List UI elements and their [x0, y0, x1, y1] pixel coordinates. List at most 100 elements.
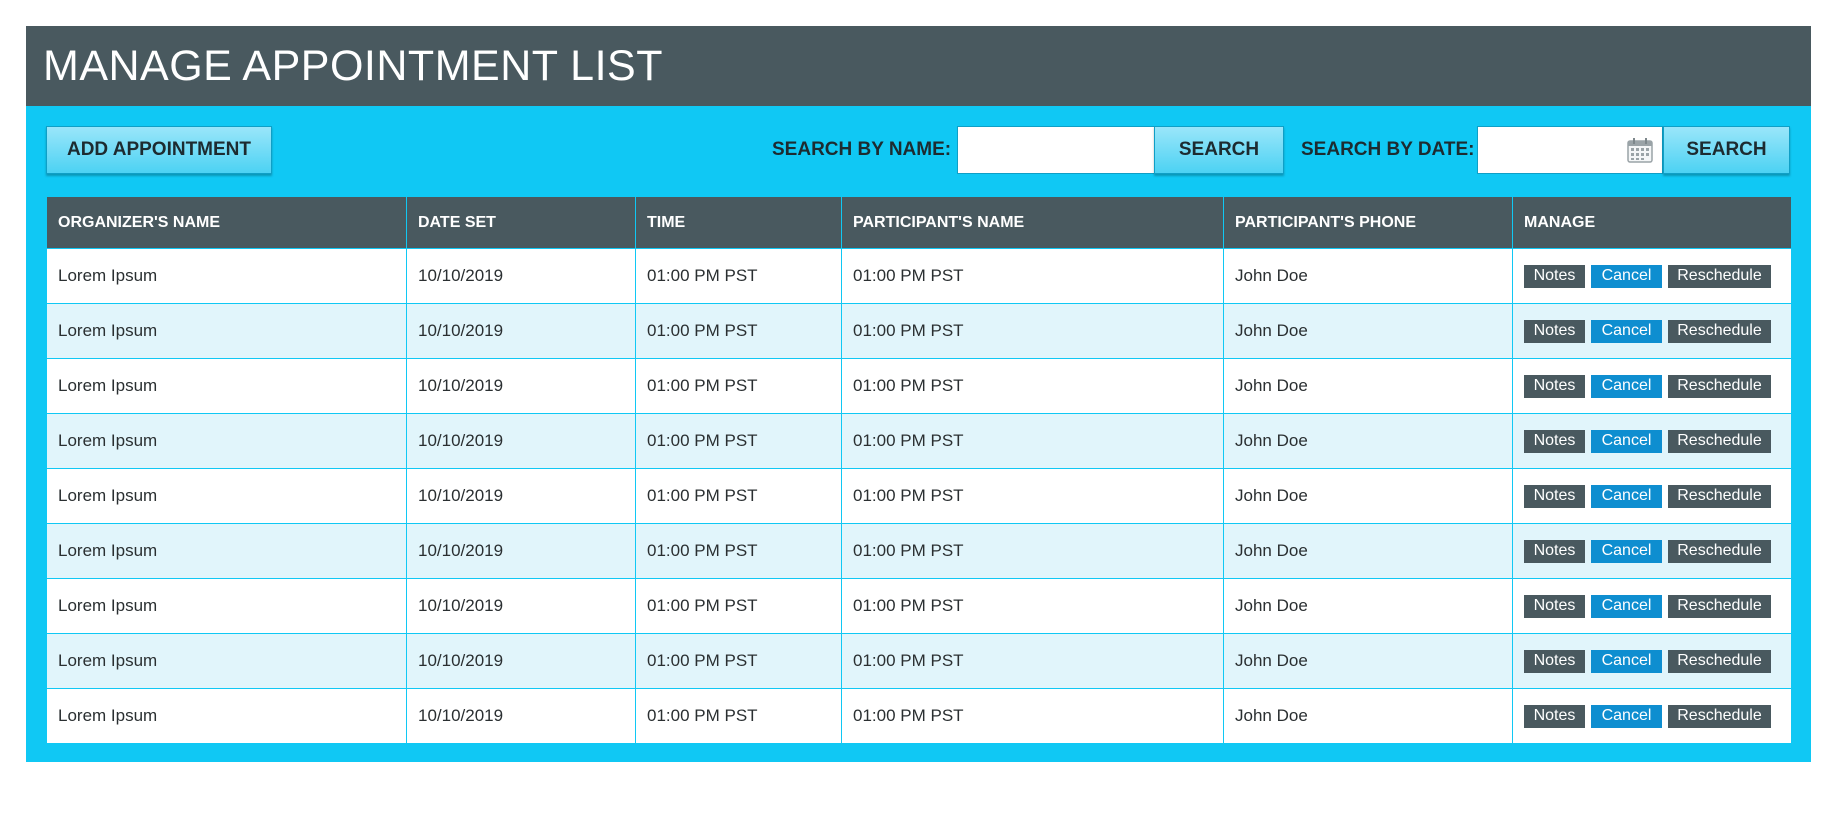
cancel-button[interactable]: Cancel [1591, 539, 1662, 563]
cell-organizer-name: Lorem Ipsum [46, 578, 407, 634]
cell-participant-name: 01:00 PM PST [841, 688, 1224, 744]
table-row: Lorem Ipsum 10/10/2019 01:00 PM PST 01:00 P… [46, 303, 1792, 359]
cell-participant-phone: John Doe [1223, 633, 1513, 689]
notes-button[interactable]: Notes [1524, 374, 1585, 398]
cell-organizer-name: Lorem Ipsum [46, 413, 407, 469]
reschedule-button[interactable]: Reschedule [1668, 374, 1771, 398]
notes-button[interactable]: Notes [1524, 704, 1585, 728]
cell-participant-name: 01:00 PM PST [841, 248, 1224, 304]
cell-participant-phone: John Doe [1223, 248, 1513, 304]
reschedule-button[interactable]: Reschedule [1668, 264, 1771, 288]
row-actions: Notes Cancel Reschedule [1524, 429, 1780, 453]
cell-participant-name: 01:00 PM PST [841, 578, 1224, 634]
row-actions: Notes Cancel Reschedule [1524, 484, 1780, 508]
cell-time: 01:00 PM PST [635, 578, 842, 634]
table-row: Lorem Ipsum 10/10/2019 01:00 PM PST 01:00 P… [46, 688, 1792, 744]
cancel-button[interactable]: Cancel [1591, 704, 1662, 728]
search-date-button[interactable]: SEARCH [1663, 126, 1790, 174]
cell-organizer-name: Lorem Ipsum [46, 468, 407, 524]
notes-button[interactable]: Notes [1524, 264, 1585, 288]
cell-manage: Notes Cancel Reschedule [1512, 358, 1792, 414]
column-header-date-set: DATE SET [406, 196, 636, 249]
cell-organizer-name: Lorem Ipsum [46, 303, 407, 359]
cell-participant-name: 01:00 PM PST [841, 633, 1224, 689]
notes-button[interactable]: Notes [1524, 429, 1585, 453]
row-actions: Notes Cancel Reschedule [1524, 539, 1780, 563]
notes-button[interactable]: Notes [1524, 319, 1585, 343]
cell-date-set: 10/10/2019 [406, 688, 636, 744]
search-name-input[interactable] [957, 126, 1155, 174]
reschedule-button[interactable]: Reschedule [1668, 484, 1771, 508]
reschedule-button[interactable]: Reschedule [1668, 594, 1771, 618]
column-header-participant-name: PARTICIPANT'S NAME [841, 196, 1224, 249]
cell-organizer-name: Lorem Ipsum [46, 248, 407, 304]
cell-manage: Notes Cancel Reschedule [1512, 578, 1792, 634]
cell-participant-name: 01:00 PM PST [841, 303, 1224, 359]
table-row: Lorem Ipsum 10/10/2019 01:00 PM PST 01:00 P… [46, 248, 1792, 304]
cell-manage: Notes Cancel Reschedule [1512, 688, 1792, 744]
notes-button[interactable]: Notes [1524, 649, 1585, 673]
reschedule-button[interactable]: Reschedule [1668, 704, 1771, 728]
row-actions: Notes Cancel Reschedule [1524, 704, 1780, 728]
cancel-button[interactable]: Cancel [1591, 594, 1662, 618]
cell-organizer-name: Lorem Ipsum [46, 633, 407, 689]
reschedule-button[interactable]: Reschedule [1668, 539, 1771, 563]
table-header-row: ORGANIZER'S NAME DATE SET TIME PARTICIPA… [46, 196, 1792, 249]
cell-manage: Notes Cancel Reschedule [1512, 468, 1792, 524]
cell-organizer-name: Lorem Ipsum [46, 688, 407, 744]
cell-manage: Notes Cancel Reschedule [1512, 523, 1792, 579]
search-by-date-label: SEARCH BY DATE: [1301, 139, 1475, 160]
page-header: MANAGE APPOINTMENT LIST [26, 26, 1811, 106]
column-header-manage: MANAGE [1512, 196, 1792, 249]
cell-date-set: 10/10/2019 [406, 578, 636, 634]
cancel-button[interactable]: Cancel [1591, 319, 1662, 343]
cell-participant-phone: John Doe [1223, 578, 1513, 634]
search-date-input[interactable] [1477, 126, 1663, 174]
table-row: Lorem Ipsum 10/10/2019 01:00 PM PST 01:00 P… [46, 358, 1792, 414]
toolbar: ADD APPOINTMENT SEARCH BY NAME: SEARCH S… [26, 106, 1811, 196]
row-actions: Notes Cancel Reschedule [1524, 594, 1780, 618]
cell-time: 01:00 PM PST [635, 303, 842, 359]
column-header-organizer: ORGANIZER'S NAME [46, 196, 407, 249]
search-name-button[interactable]: SEARCH [1154, 126, 1284, 174]
cell-participant-phone: John Doe [1223, 523, 1513, 579]
cell-participant-name: 01:00 PM PST [841, 358, 1224, 414]
page-title: MANAGE APPOINTMENT LIST [43, 41, 663, 90]
row-actions: Notes Cancel Reschedule [1524, 264, 1780, 288]
table-body: Lorem Ipsum 10/10/2019 01:00 PM PST 01:00 P… [46, 248, 1792, 744]
cell-time: 01:00 PM PST [635, 358, 842, 414]
add-appointment-button[interactable]: ADD APPOINTMENT [46, 126, 272, 174]
cell-manage: Notes Cancel Reschedule [1512, 413, 1792, 469]
notes-button[interactable]: Notes [1524, 539, 1585, 563]
cell-organizer-name: Lorem Ipsum [46, 358, 407, 414]
cancel-button[interactable]: Cancel [1591, 429, 1662, 453]
reschedule-button[interactable]: Reschedule [1668, 319, 1771, 343]
cell-date-set: 10/10/2019 [406, 413, 636, 469]
calendar-icon[interactable] [1627, 137, 1653, 163]
cell-time: 01:00 PM PST [635, 413, 842, 469]
table-row: Lorem Ipsum 10/10/2019 01:00 PM PST 01:00 P… [46, 633, 1792, 689]
cell-date-set: 10/10/2019 [406, 468, 636, 524]
cell-time: 01:00 PM PST [635, 523, 842, 579]
cancel-button[interactable]: Cancel [1591, 649, 1662, 673]
row-actions: Notes Cancel Reschedule [1524, 649, 1780, 673]
cell-time: 01:00 PM PST [635, 688, 842, 744]
cell-time: 01:00 PM PST [635, 468, 842, 524]
cell-manage: Notes Cancel Reschedule [1512, 303, 1792, 359]
row-actions: Notes Cancel Reschedule [1524, 319, 1780, 343]
reschedule-button[interactable]: Reschedule [1668, 649, 1771, 673]
table-row: Lorem Ipsum 10/10/2019 01:00 PM PST 01:00 P… [46, 523, 1792, 579]
table-row: Lorem Ipsum 10/10/2019 01:00 PM PST 01:00 P… [46, 468, 1792, 524]
notes-button[interactable]: Notes [1524, 484, 1585, 508]
cancel-button[interactable]: Cancel [1591, 374, 1662, 398]
search-by-name-label: SEARCH BY NAME: [772, 139, 952, 160]
reschedule-button[interactable]: Reschedule [1668, 429, 1771, 453]
notes-button[interactable]: Notes [1524, 594, 1585, 618]
cell-participant-phone: John Doe [1223, 303, 1513, 359]
cell-participant-phone: John Doe [1223, 413, 1513, 469]
cell-time: 01:00 PM PST [635, 633, 842, 689]
cell-participant-phone: John Doe [1223, 358, 1513, 414]
cancel-button[interactable]: Cancel [1591, 484, 1662, 508]
table-row: Lorem Ipsum 10/10/2019 01:00 PM PST 01:00 P… [46, 578, 1792, 634]
cancel-button[interactable]: Cancel [1591, 264, 1662, 288]
